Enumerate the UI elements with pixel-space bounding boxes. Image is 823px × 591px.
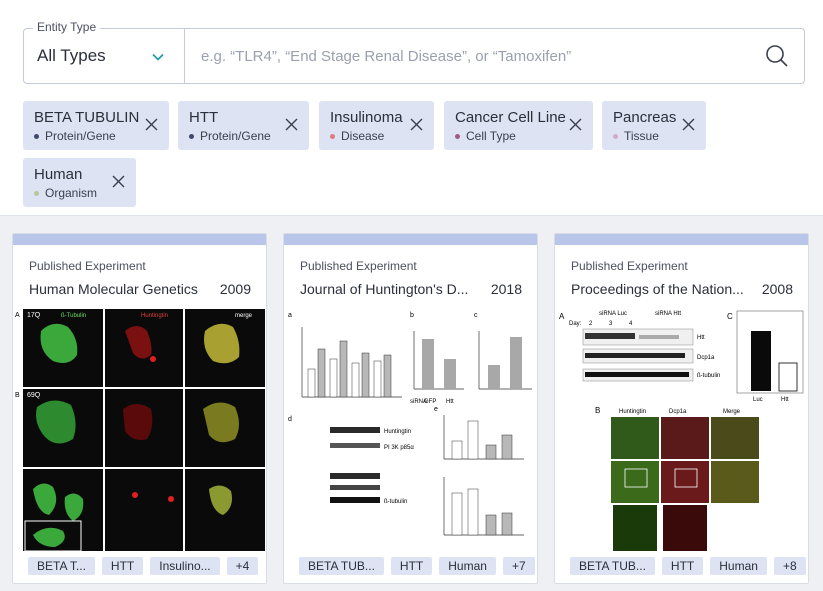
- chevron-down-icon: [152, 53, 164, 61]
- tag[interactable]: Insulino...: [150, 557, 220, 575]
- chip-type: Organism: [45, 186, 98, 200]
- chip-type: Cell Type: [466, 129, 516, 143]
- figure-label-merge: merge: [235, 313, 253, 319]
- panel-label-a: a: [288, 312, 292, 319]
- card-header-bar: [555, 234, 808, 245]
- disease-dot: [330, 133, 335, 139]
- search-bar: Entity Type All Types: [23, 20, 805, 84]
- filter-chip-htt[interactable]: HTT Protein/Gene: [178, 101, 309, 150]
- close-icon[interactable]: [112, 175, 125, 188]
- tag[interactable]: BETA TUB...: [570, 557, 655, 575]
- tag[interactable]: Human: [710, 557, 767, 575]
- experiment-card[interactable]: Published Experiment Journal of Huntingt…: [283, 233, 538, 584]
- lane-label-sirna-htt: siRNA Htt: [655, 311, 681, 317]
- blot-label-dcp1a: Dcp1a: [697, 355, 715, 361]
- panel-label-d: d: [288, 416, 292, 423]
- protein-gene-dot: [189, 133, 194, 139]
- column-label-huntingtin: Huntingtin: [619, 409, 646, 415]
- blot-label-tubulin: ß-tubulin: [384, 499, 407, 505]
- card-header-bar: [284, 234, 537, 245]
- tag-more[interactable]: +7: [502, 557, 535, 575]
- tag[interactable]: HTT: [101, 557, 144, 575]
- close-icon[interactable]: [569, 118, 582, 131]
- filter-chip-beta-tubulin[interactable]: BETA TUBULIN Protein/Gene: [23, 101, 169, 150]
- entity-type-value: All Types: [37, 46, 106, 65]
- card-tags: BETA T... HTT Insulino... +4: [28, 557, 259, 575]
- experiment-figure[interactable]: A 17Q ß-Tubulin Huntingtin merge B 69Q: [13, 309, 266, 551]
- blot-label-tubulin: ß-tubulin: [697, 373, 720, 379]
- day-label: Day:: [569, 321, 582, 327]
- card-tags: BETA TUB... HTT Human +8: [570, 557, 806, 575]
- cell-type-dot: [455, 133, 460, 139]
- entity-type-label: Entity Type: [33, 20, 101, 34]
- panel-label-a: A: [559, 312, 565, 321]
- chip-type: Tissue: [624, 129, 659, 143]
- panel-label-b: b: [410, 312, 414, 319]
- blot-label-htt: Htt: [697, 335, 705, 341]
- figure-label-17q: 17Q: [27, 312, 41, 319]
- panel-label-a: A: [15, 312, 20, 319]
- column-label-merge: Merge: [723, 409, 741, 415]
- tag[interactable]: HTT: [661, 557, 704, 575]
- entity-type-select[interactable]: Entity Type All Types: [24, 20, 185, 83]
- search-icon[interactable]: [765, 44, 789, 68]
- card-journal: Human Molecular Genetics: [29, 281, 198, 297]
- tag[interactable]: BETA T...: [28, 557, 95, 575]
- panel-label-c: C: [727, 312, 733, 321]
- experiment-card[interactable]: Published Experiment Proceedings of the …: [554, 233, 809, 584]
- panel-label-c: c: [474, 312, 478, 319]
- card-journal: Journal of Huntington's D...: [300, 281, 469, 297]
- filter-chip-human[interactable]: Human Organism: [23, 158, 136, 207]
- figure-label-tubulin: ß-Tubulin: [61, 313, 86, 319]
- tissue-dot: [613, 133, 618, 139]
- search-input[interactable]: [185, 29, 804, 83]
- axis-label-htt: Htt: [446, 399, 454, 405]
- panel-label-b: B: [15, 392, 20, 399]
- tag[interactable]: Human: [439, 557, 496, 575]
- close-icon[interactable]: [410, 118, 423, 131]
- chip-type: Protein/Gene: [45, 129, 116, 143]
- axis-label-gfp: GFP: [424, 399, 436, 405]
- card-kind: Published Experiment: [571, 259, 688, 273]
- bar-label-htt: Htt: [781, 397, 789, 403]
- card-journal: Proceedings of the Nation...: [571, 281, 744, 297]
- chip-type: Protein/Gene: [200, 129, 271, 143]
- close-icon[interactable]: [682, 118, 695, 131]
- experiment-figure[interactable]: a b c siRNA GFP Htt d Huntingtin PI 3K p…: [284, 309, 537, 551]
- lane-label-sirna-luc: siRNA Luc: [599, 311, 627, 317]
- figure-label-69q: 69Q: [27, 392, 41, 399]
- card-kind: Published Experiment: [29, 259, 146, 273]
- tag-more[interactable]: +8: [773, 557, 806, 575]
- blot-label-pi3k: PI 3K p85α: [384, 445, 414, 451]
- card-tags: BETA TUB... HTT Human +7: [299, 557, 535, 575]
- filter-chip-insulinoma[interactable]: Insulinoma Disease: [319, 101, 434, 150]
- figure-label-huntingtin: Huntingtin: [141, 313, 168, 319]
- chip-type: Disease: [341, 129, 385, 143]
- organism-dot: [34, 190, 39, 196]
- close-icon[interactable]: [285, 118, 298, 131]
- blot-label-huntingtin: Huntingtin: [384, 429, 411, 435]
- protein-gene-dot: [34, 133, 39, 139]
- card-kind: Published Experiment: [300, 259, 417, 273]
- experiment-figure[interactable]: A siRNA Luc siRNA Htt Day: 2 3 4 Htt Dcp…: [555, 309, 808, 551]
- card-year: 2008: [761, 281, 793, 297]
- bar-label-luc: Luc: [753, 397, 763, 403]
- close-icon[interactable]: [145, 118, 158, 131]
- tag[interactable]: HTT: [390, 557, 433, 575]
- panel-label-e: e: [434, 406, 438, 413]
- card-year: 2009: [219, 281, 251, 297]
- card-year: 2018: [490, 281, 522, 297]
- experiment-card[interactable]: Published Experiment Human Molecular Gen…: [12, 233, 267, 584]
- filter-chip-pancreas[interactable]: Pancreas Tissue: [602, 101, 706, 150]
- tag[interactable]: BETA TUB...: [299, 557, 384, 575]
- panel-label-b: B: [595, 406, 600, 415]
- card-header-bar: [13, 234, 266, 245]
- filter-chip-cancer-cell-line[interactable]: Cancer Cell Line Cell Type: [444, 101, 593, 150]
- tag-more[interactable]: +4: [226, 557, 259, 575]
- column-label-dcp1a: Dcp1a: [669, 409, 687, 415]
